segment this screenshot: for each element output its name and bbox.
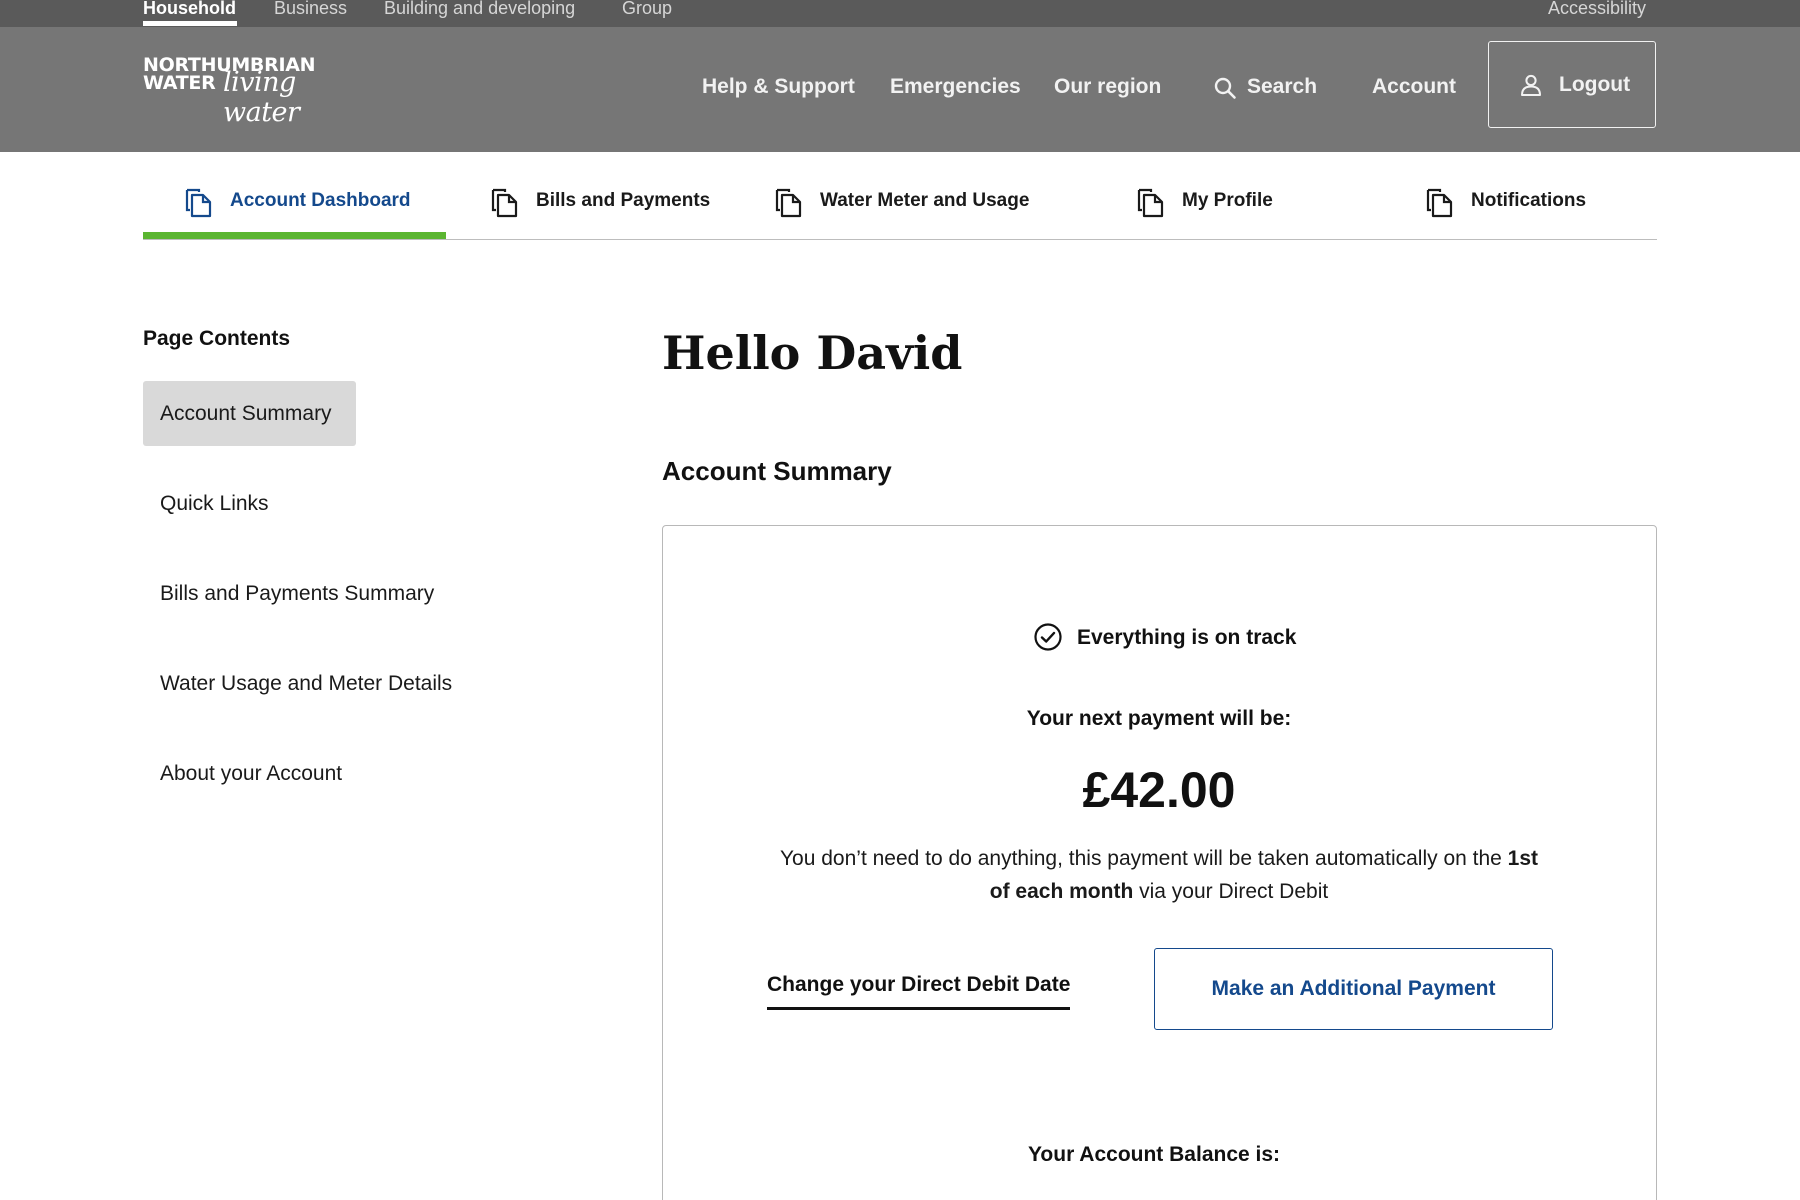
logout-label: Logout (1559, 73, 1631, 96)
nav-search[interactable]: Search (1247, 72, 1317, 102)
tab-my-profile[interactable]: My Profile (1126, 152, 1326, 240)
nav-our-region[interactable]: Our region (1054, 72, 1161, 102)
account-tabs: Account Dashboard Bills and Payments Wat… (143, 152, 1657, 240)
utility-link-business[interactable]: Business (274, 0, 347, 27)
account-summary-heading: Account Summary (662, 456, 892, 486)
search-icon[interactable] (1213, 76, 1237, 100)
documents-icon (1137, 188, 1164, 218)
nav-help-support[interactable]: Help & Support (702, 72, 855, 102)
sidebar-item-bills-payments-summary[interactable]: Bills and Payments Summary (143, 561, 434, 626)
make-additional-payment-button[interactable]: Make an Additional Payment (1154, 948, 1553, 1030)
change-direct-debit-date-link[interactable]: Change your Direct Debit Date (767, 971, 1071, 1010)
utility-link-building[interactable]: Building and developing (384, 0, 575, 27)
check-circle-icon (1034, 623, 1062, 651)
nav-emergencies[interactable]: Emergencies (890, 72, 1021, 102)
user-icon (1521, 74, 1541, 96)
sidebar-item-account-summary[interactable]: Account Summary (143, 381, 356, 446)
logo-script: living water (223, 67, 300, 128)
northumbrian-water-logo[interactable]: NORTHUMBRIAN WATER living water (143, 56, 373, 128)
payment-note: You don’t need to do anything, this paym… (773, 842, 1545, 908)
tab-label: Account Dashboard (230, 190, 411, 211)
payment-note-end: via your Direct Debit (1133, 880, 1329, 903)
documents-icon (1426, 188, 1453, 218)
page-title: Hello David (662, 326, 963, 380)
utility-link-accessibility[interactable]: Accessibility (1548, 0, 1646, 27)
tab-bills-and-payments[interactable]: Bills and Payments (446, 152, 736, 240)
active-tab-indicator (143, 232, 446, 239)
utility-link-group[interactable]: Group (622, 0, 672, 27)
next-payment-amount: £42.00 (1082, 762, 1236, 818)
next-payment-label: Your next payment will be: (1026, 707, 1292, 730)
sidebar-item-water-usage-meter[interactable]: Water Usage and Meter Details (143, 651, 452, 716)
logout-button[interactable]: Logout (1488, 41, 1656, 128)
utility-active-underline (143, 21, 237, 26)
account-summary-card: Everything is on track Your next payment… (662, 525, 1657, 1200)
site-header: NORTHUMBRIAN WATER living water Help & S… (0, 27, 1800, 152)
tab-label: My Profile (1182, 190, 1273, 211)
tab-label: Bills and Payments (536, 190, 711, 211)
logo-line-2: WATER (143, 72, 216, 94)
page-contents-title: Page Contents (143, 327, 291, 350)
sidebar-item-quick-links[interactable]: Quick Links (143, 471, 269, 536)
tab-water-meter-usage[interactable]: Water Meter and Usage (736, 152, 1066, 240)
status-text: Everything is on track (1077, 626, 1297, 649)
utility-bar: Household Business Building and developi… (0, 0, 1800, 27)
documents-icon (775, 188, 802, 218)
documents-icon (185, 188, 212, 218)
tab-notifications[interactable]: Notifications (1416, 152, 1616, 240)
account-balance-label: Your Account Balance is: (1027, 1143, 1281, 1166)
documents-icon (491, 188, 518, 218)
payment-note-start: You don’t need to do anything, this paym… (779, 847, 1508, 870)
tab-label: Notifications (1471, 190, 1587, 211)
tab-account-dashboard[interactable]: Account Dashboard (143, 152, 446, 240)
sidebar-item-about-account[interactable]: About your Account (143, 741, 342, 806)
nav-account[interactable]: Account (1372, 72, 1456, 102)
tab-label: Water Meter and Usage (820, 190, 1030, 211)
